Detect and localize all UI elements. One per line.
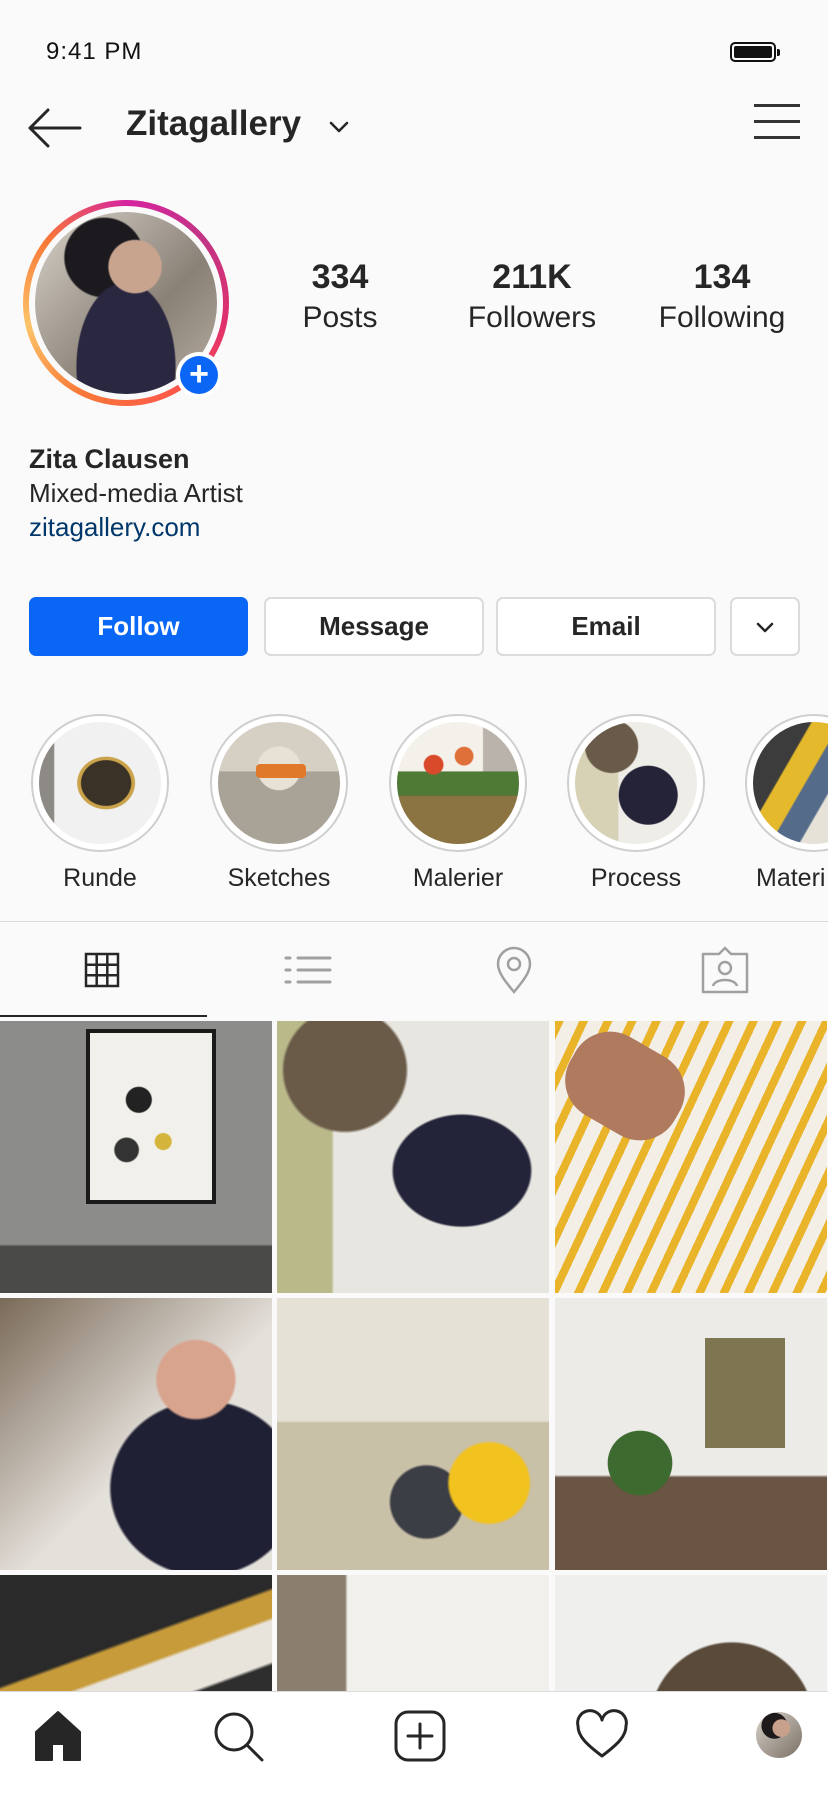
highlight-runde[interactable]: Runde [30, 714, 170, 893]
suggested-accounts-button[interactable] [730, 597, 800, 656]
post-thumbnail[interactable] [0, 1575, 272, 1691]
heart-icon [576, 1709, 628, 1758]
posts-label: Posts [302, 301, 378, 334]
nav-add-post[interactable] [392, 1708, 448, 1764]
profile-name: Zita Clausen [29, 444, 190, 474]
back-button[interactable] [26, 106, 82, 150]
posts-count: 334 [311, 258, 369, 296]
status-time: 9:41 PM [46, 38, 143, 65]
profile-username[interactable]: Zitagallery [126, 104, 301, 144]
account-switch-button[interactable] [326, 114, 352, 140]
grid-icon [84, 952, 120, 988]
followers-count: 211K [492, 258, 572, 296]
highlight-process[interactable]: Process [566, 714, 706, 893]
bottom-tab-bar [0, 1691, 828, 1793]
tab-grid[interactable] [72, 946, 132, 996]
highlight-label: Sketches [227, 864, 331, 892]
highlight-item: Materi [744, 714, 828, 893]
highlight-ring [567, 714, 705, 852]
tagged-person-icon [701, 946, 749, 994]
tab-list[interactable] [278, 946, 338, 996]
followers-stat[interactable]: 211K Followers [447, 258, 617, 335]
menu-line [754, 120, 800, 123]
following-count: 134 [693, 258, 751, 296]
add-post-icon [394, 1710, 446, 1762]
highlight-ring [389, 714, 527, 852]
posts-stat[interactable]: 334 Posts [255, 258, 425, 335]
battery-icon [730, 42, 780, 62]
section-divider [0, 921, 828, 922]
following-stat[interactable]: 134 Following [637, 258, 807, 335]
home-icon [35, 1711, 81, 1761]
hand-detail [550, 1021, 700, 1155]
followers-label: Followers [467, 301, 597, 334]
highlight-materi[interactable]: Materi [744, 714, 828, 904]
glasses-detail [256, 764, 306, 778]
artwork [86, 1029, 216, 1204]
highlight-image [218, 722, 340, 844]
plus-icon: + [180, 356, 218, 394]
add-story-button[interactable]: + [176, 352, 222, 398]
post-thumbnail[interactable] [277, 1575, 549, 1691]
highlight-image [39, 722, 161, 844]
search-icon [214, 1712, 264, 1762]
nav-activity[interactable] [574, 1708, 630, 1764]
list-icon [284, 956, 332, 984]
highlight-ring [745, 714, 828, 852]
nav-search[interactable] [210, 1708, 266, 1764]
chevron-down-icon [756, 622, 774, 632]
post-thumbnail[interactable] [0, 1021, 272, 1293]
nav-home[interactable] [30, 1708, 86, 1764]
post-thumbnail[interactable] [277, 1021, 549, 1293]
plant [585, 1418, 695, 1508]
location-pin-icon [496, 946, 532, 994]
highlight-ring [31, 714, 169, 852]
tab-location[interactable] [484, 946, 544, 996]
highlight-image [575, 722, 697, 844]
highlight-label: Materi [756, 864, 826, 892]
highlight-label: Malerier [412, 864, 504, 892]
profile-website-link[interactable]: zitagallery.com [29, 512, 200, 543]
highlight-ring [210, 714, 348, 852]
highlight-sketches[interactable]: Sketches [209, 714, 349, 893]
back-arrow-icon [28, 108, 82, 148]
active-tab-indicator [0, 1015, 207, 1017]
email-button[interactable]: Email [496, 597, 716, 656]
nav-profile-avatar[interactable] [756, 1712, 802, 1758]
post-thumbnail[interactable] [555, 1298, 827, 1570]
highlight-malerier[interactable]: Malerier [388, 714, 528, 893]
menu-line [754, 136, 800, 139]
message-button[interactable]: Message [264, 597, 484, 656]
post-thumbnail[interactable] [550, 1021, 827, 1293]
profile-description: Mixed-media Artist [29, 478, 243, 508]
post-thumbnail[interactable] [555, 1575, 827, 1691]
highlight-label: Runde [63, 864, 137, 892]
post-grid [0, 1021, 828, 1691]
highlight-image [397, 722, 519, 844]
menu-line [754, 104, 800, 107]
following-label: Following [658, 301, 786, 334]
post-thumbnail[interactable] [0, 1298, 272, 1570]
post-thumbnail[interactable] [277, 1298, 549, 1570]
follow-button[interactable]: Follow [29, 597, 248, 656]
hamburger-menu-icon[interactable] [754, 104, 800, 140]
artwork [705, 1338, 785, 1448]
highlight-label: Process [590, 864, 682, 892]
chevron-down-icon [329, 121, 349, 133]
highlight-image [753, 722, 828, 844]
tab-tagged[interactable] [695, 946, 755, 996]
